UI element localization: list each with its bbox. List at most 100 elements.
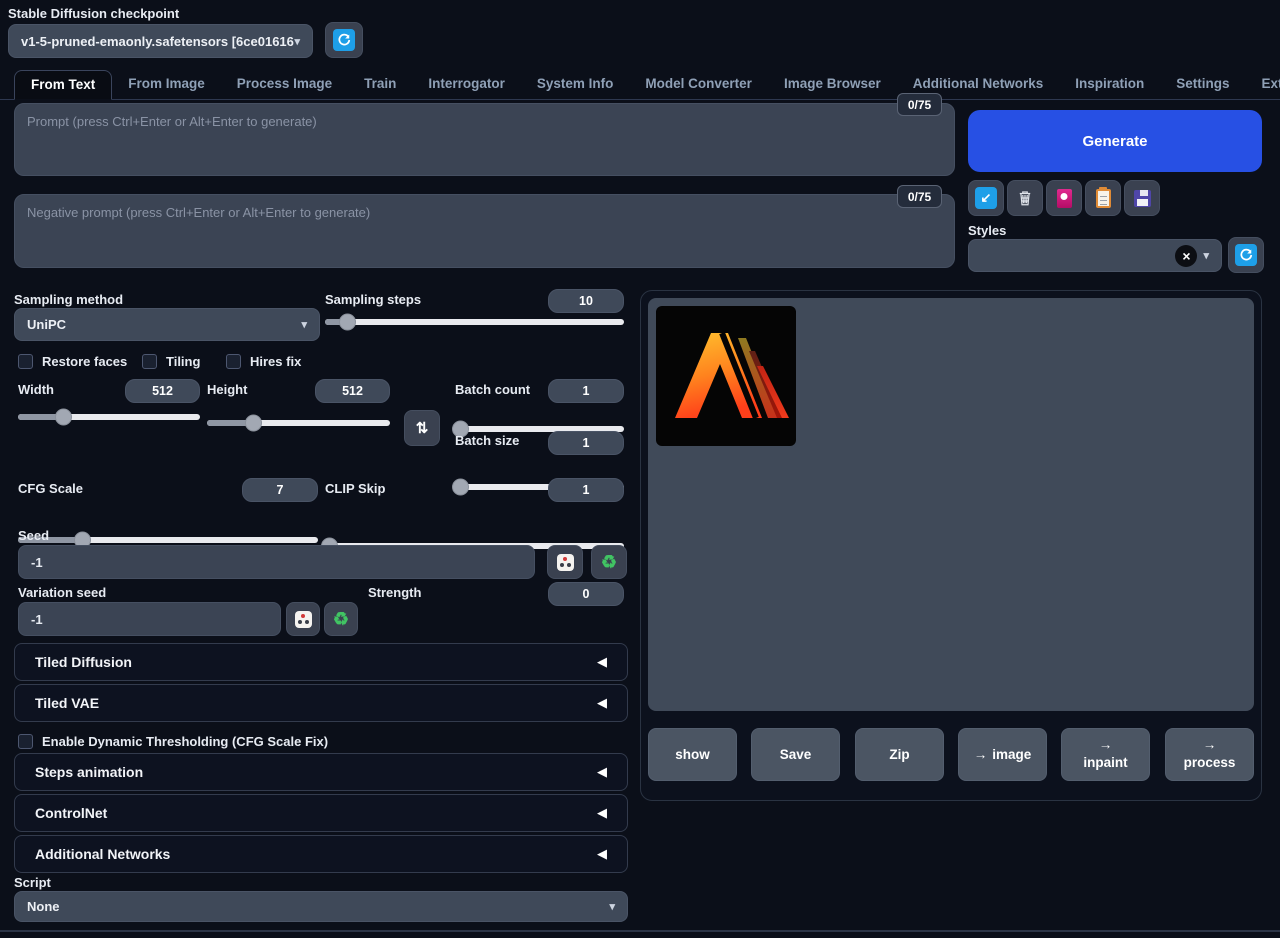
send-to-inpaint-button[interactable]: → inpaint [1061,728,1150,781]
zip-button[interactable]: Zip [855,728,944,781]
accordion-steps-animation[interactable]: Steps animation ◀ [14,753,628,791]
script-dropdown[interactable]: None ▾ [14,891,628,922]
checkpoint-dropdown[interactable]: v1-5-pruned-emaonly.safetensors [6ce0161… [8,24,313,58]
arrow-down-left-icon: ↙ [975,187,997,209]
chevron-down-icon: ▾ [1203,249,1209,262]
tab-image-browser[interactable]: Image Browser [768,70,897,99]
sampling-steps-label: Sampling steps [325,292,421,307]
width-slider[interactable] [18,414,200,420]
refresh-icon [333,29,355,51]
tab-interrogator[interactable]: Interrogator [412,70,521,99]
swap-dimensions-button[interactable]: ⇅ [404,410,440,446]
show-button[interactable]: show [648,728,737,781]
cfg-scale-label: CFG Scale [18,481,83,496]
clip-skip-value[interactable]: 1 [548,478,624,502]
dynamic-thresholding-checkbox[interactable]: Enable Dynamic Thresholding (CFG Scale F… [18,734,328,749]
generated-image-thumbnail[interactable] [656,306,796,446]
reuse-variation-seed-button[interactable]: ♻ [324,602,358,636]
tab-model-converter[interactable]: Model Converter [629,70,768,99]
collapse-arrow-icon: ◀ [597,846,607,862]
save-style-button[interactable] [1124,180,1160,216]
main-tabbar: From Text From Image Process Image Train… [0,70,1280,100]
hires-fix-label: Hires fix [250,354,301,369]
checkpoint-refresh-button[interactable] [325,22,363,58]
height-value[interactable]: 512 [315,379,390,403]
chevron-down-icon: ▾ [609,900,615,913]
sampling-method-dropdown[interactable]: UniPC ▾ [14,308,320,341]
collapse-arrow-icon: ◀ [597,764,607,780]
random-seed-button[interactable] [547,545,583,579]
reuse-seed-button[interactable]: ♻ [591,545,627,579]
button-label: process [1184,755,1236,772]
styles-clear-button[interactable]: × [1175,245,1197,267]
flower-card-icon [1057,189,1072,208]
footer-divider [0,930,1280,932]
restore-faces-checkbox[interactable]: Restore faces [18,354,127,369]
clipboard-icon [1096,189,1111,208]
accordion-title: Tiled Diffusion [35,654,132,670]
width-value[interactable]: 512 [125,379,200,403]
clear-prompt-button[interactable] [1007,180,1043,216]
slider-fill [455,426,462,432]
clip-skip-label: CLIP Skip [325,481,385,496]
styles-refresh-button[interactable] [1228,237,1264,273]
negative-prompt-input[interactable] [14,194,955,268]
apply-styles-button[interactable] [1085,180,1121,216]
extra-networks-button[interactable] [1046,180,1082,216]
tab-extensions[interactable]: Extensions [1246,70,1280,99]
accordion-tiled-vae[interactable]: Tiled VAE ◀ [14,684,628,722]
random-variation-seed-button[interactable] [286,602,320,636]
tab-from-image[interactable]: From Image [112,70,221,99]
checkbox-box [18,354,33,369]
batch-size-value[interactable]: 1 [548,431,624,455]
tab-system-info[interactable]: System Info [521,70,630,99]
trash-icon [1016,189,1034,207]
tab-train[interactable]: Train [348,70,412,99]
script-value: None [27,899,60,914]
accordion-tiled-diffusion[interactable]: Tiled Diffusion ◀ [14,643,628,681]
button-label: inpaint [1083,755,1127,772]
sampling-steps-value[interactable]: 10 [548,289,624,313]
styles-dropdown[interactable]: × ▾ [968,239,1222,272]
accordion-title: Additional Networks [35,846,170,862]
prompt-input[interactable] [14,103,955,176]
accordion-controlnet[interactable]: ControlNet ◀ [14,794,628,832]
tiling-checkbox[interactable]: Tiling [142,354,200,369]
height-slider[interactable] [207,420,390,426]
generate-button[interactable]: Generate [968,110,1262,172]
arrow-right-icon: → [1203,737,1217,754]
tab-inspiration[interactable]: Inspiration [1059,70,1160,99]
checkbox-box [18,734,33,749]
tab-from-text[interactable]: From Text [14,70,112,100]
arrow-right-icon: → [1099,737,1113,754]
floppy-disk-icon [1134,190,1151,207]
sampling-steps-slider[interactable] [325,319,624,325]
save-button[interactable]: Save [751,728,840,781]
batch-count-value[interactable]: 1 [548,379,624,403]
chevron-down-icon: ▾ [301,318,307,331]
paste-params-button[interactable]: ↙ [968,180,1004,216]
chevron-down-icon: ▾ [294,35,300,48]
tab-process-image[interactable]: Process Image [221,70,348,99]
checkbox-box [142,354,157,369]
strength-label: Strength [368,585,421,600]
cfg-scale-value[interactable]: 7 [242,478,318,502]
hires-fix-checkbox[interactable]: Hires fix [226,354,301,369]
tiling-label: Tiling [166,354,200,369]
tab-settings[interactable]: Settings [1160,70,1245,99]
sampling-method-value: UniPC [27,317,66,332]
checkbox-box [226,354,241,369]
variation-seed-input[interactable]: -1 [18,602,281,636]
collapse-arrow-icon: ◀ [597,654,607,670]
arrow-right-icon: → [974,747,988,762]
dice-icon [295,611,312,628]
slider-fill [325,319,349,325]
seed-input[interactable]: -1 [18,545,535,579]
accordion-additional-networks[interactable]: Additional Networks ◀ [14,835,628,873]
send-to-image-button[interactable]: → image [958,728,1047,781]
strength-value[interactable]: 0 [548,582,624,606]
send-to-process-button[interactable]: → process [1165,728,1254,781]
width-label: Width [18,382,54,397]
cfg-scale-slider[interactable] [18,537,318,543]
variation-seed-label: Variation seed [18,585,106,600]
